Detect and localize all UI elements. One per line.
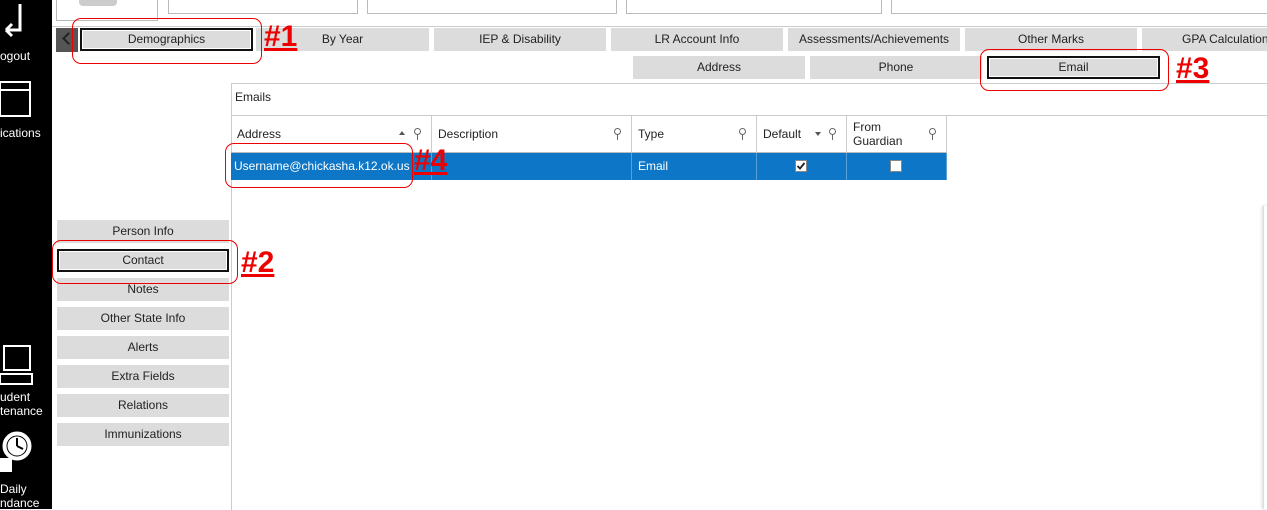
cell-description[interactable] [432, 153, 632, 180]
column-header-from-guardian[interactable]: From Guardian [847, 116, 947, 153]
daily-attendance-button[interactable]: Daily ndance [0, 424, 52, 509]
tab-lr-account-info[interactable]: LR Account Info [611, 28, 783, 51]
student-label-1: udent [0, 390, 31, 404]
tab-other-marks[interactable]: Other Marks [965, 28, 1137, 51]
column-address-label: Address [237, 127, 282, 141]
side-panel-edge [1263, 206, 1267, 509]
applications-button[interactable]: ications [0, 72, 52, 142]
annotation-box-2 [52, 240, 238, 284]
pin-icon[interactable] [829, 128, 836, 140]
pin-icon[interactable] [929, 128, 936, 140]
cell-from-guardian[interactable] [847, 153, 947, 180]
annotation-label-1: #1 [264, 20, 298, 53]
default-checkbox[interactable] [795, 160, 807, 172]
column-header-type[interactable]: Type [632, 116, 757, 153]
window-icon [0, 81, 31, 117]
side-immunizations[interactable]: Immunizations [57, 423, 229, 446]
column-header-description[interactable]: Description [432, 116, 632, 153]
cell-default[interactable] [757, 153, 847, 180]
column-description-label: Description [438, 127, 499, 141]
column-header-default[interactable]: Default [757, 116, 847, 153]
annotation-box-1 [72, 18, 262, 64]
column-default-label: Default [763, 127, 802, 141]
from-guardian-checkbox[interactable] [890, 160, 902, 172]
column-guardian-label: Guardian [853, 134, 903, 148]
side-other-state-info[interactable]: Other State Info [57, 307, 229, 330]
subtab-address[interactable]: Address [633, 56, 805, 79]
annotation-label-3: #3 [1176, 52, 1210, 85]
daily-label-2: ndance [0, 496, 40, 509]
header-field-3 [626, 0, 882, 14]
sort-descending-icon[interactable] [815, 132, 821, 136]
side-extra-fields[interactable]: Extra Fields [57, 365, 229, 388]
checkmark-icon [796, 162, 806, 170]
app-sidebar: ogout ications udent tenance Daily ndanc… [0, 0, 52, 509]
header-field-2 [367, 0, 617, 14]
clock-icon [0, 431, 32, 472]
annotation-box-4 [225, 143, 413, 188]
side-alerts[interactable]: Alerts [57, 336, 229, 359]
header-field-4 [891, 0, 1267, 14]
applications-label: ications [0, 126, 41, 140]
tab-gpa-calculation[interactable]: GPA Calculation [1142, 28, 1267, 51]
pin-icon[interactable] [614, 128, 621, 140]
annotation-label-4: #4 [414, 144, 448, 177]
column-type-label: Type [638, 127, 665, 141]
side-relations[interactable]: Relations [57, 394, 229, 417]
subtab-phone[interactable]: Phone [810, 56, 982, 79]
tab-assessments[interactable]: Assessments/Achievements [788, 28, 960, 51]
student-label-2: tenance [0, 404, 43, 418]
logout-icon [4, 4, 22, 38]
logout-label: ogout [0, 49, 31, 63]
annotation-label-2: #2 [241, 246, 275, 279]
computer-icon [0, 345, 33, 385]
column-from-label: From [853, 120, 881, 134]
annotation-box-3 [980, 49, 1169, 91]
logout-button[interactable]: ogout [0, 0, 52, 70]
emails-section-title: Emails [235, 90, 272, 104]
student-maintenance-button[interactable]: udent tenance [0, 336, 52, 420]
daily-label-1: Daily [0, 482, 27, 496]
cell-type[interactable]: Email [632, 153, 757, 180]
pin-icon[interactable] [739, 128, 746, 140]
header-field-1 [168, 0, 358, 14]
tab-iep-disability[interactable]: IEP & Disability [434, 28, 606, 51]
sort-ascending-icon[interactable] [399, 131, 405, 135]
pin-icon[interactable] [414, 128, 421, 140]
